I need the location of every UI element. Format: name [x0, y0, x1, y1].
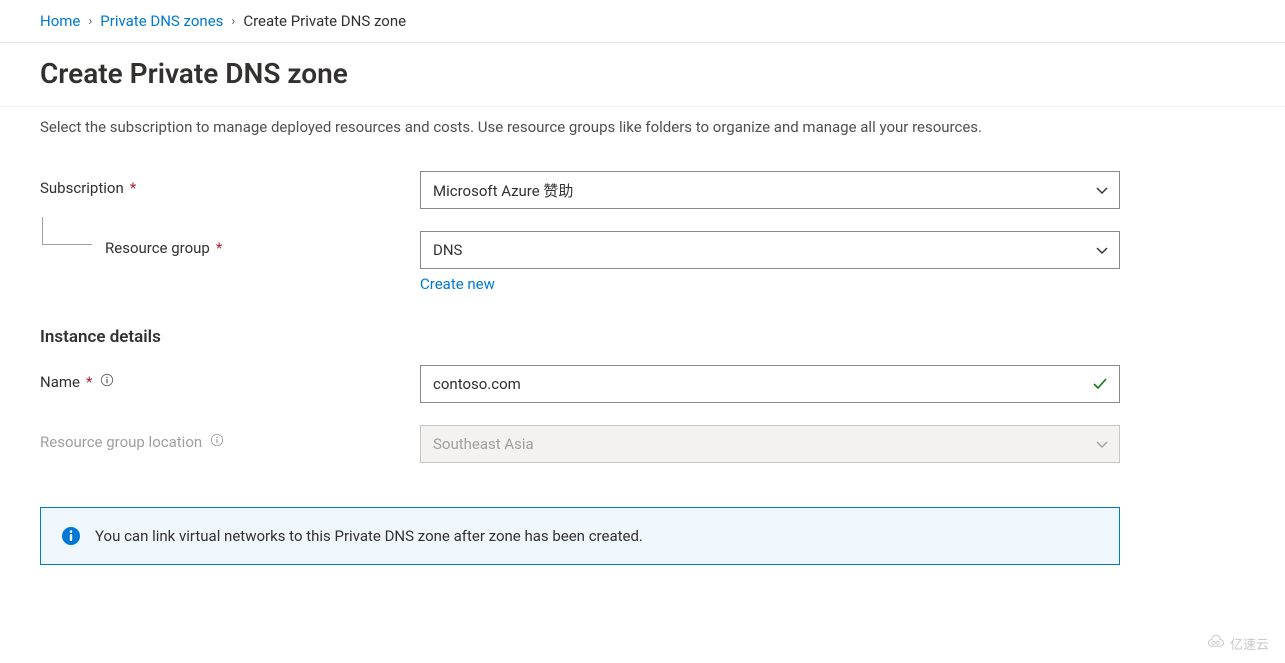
resource-group-select[interactable]: DNS [420, 231, 1120, 269]
chevron-right-icon: › [231, 14, 235, 29]
location-select: Southeast Asia [420, 425, 1120, 463]
location-row: Resource group location Southeast Asia [40, 425, 1120, 463]
info-banner-text: You can link virtual networks to this Pr… [95, 527, 643, 545]
chevron-down-icon [1095, 243, 1109, 257]
info-icon [61, 526, 81, 546]
create-new-link[interactable]: Create new [420, 275, 495, 293]
subscription-select[interactable]: Microsoft Azure 赞助 [420, 171, 1120, 209]
resource-group-value: DNS [433, 241, 462, 259]
resource-group-label: Resource group* [40, 231, 420, 257]
breadcrumb-current: Create Private DNS zone [243, 12, 406, 30]
breadcrumb-home-link[interactable]: Home [40, 12, 80, 30]
chevron-right-icon: › [88, 14, 92, 29]
chevron-down-icon [1095, 183, 1109, 197]
form-description: Select the subscription to manage deploy… [40, 115, 1120, 139]
chevron-down-icon [1095, 437, 1109, 451]
breadcrumb-zones-link[interactable]: Private DNS zones [100, 12, 223, 30]
cloud-icon [1206, 635, 1226, 653]
checkmark-icon [1091, 375, 1109, 393]
subscription-label: Subscription* [40, 171, 420, 197]
info-icon[interactable] [206, 433, 224, 451]
info-icon[interactable] [96, 373, 114, 391]
name-value: contoso.com [433, 375, 521, 393]
name-input[interactable]: contoso.com [420, 365, 1120, 403]
breadcrumb: Home › Private DNS zones › Create Privat… [0, 0, 1285, 43]
watermark: 亿速云 [1206, 634, 1269, 653]
location-value: Southeast Asia [433, 435, 534, 453]
info-banner: You can link virtual networks to this Pr… [40, 507, 1120, 565]
required-indicator: * [130, 179, 136, 197]
name-row: Name* contoso.com [40, 365, 1120, 403]
tree-connector-icon [42, 217, 92, 245]
watermark-text: 亿速云 [1230, 634, 1269, 653]
page-title: Create Private DNS zone [0, 43, 1285, 107]
resource-group-row: Resource group* DNS Create new [40, 231, 1120, 293]
required-indicator: * [216, 239, 222, 257]
subscription-row: Subscription* Microsoft Azure 赞助 [40, 171, 1120, 209]
name-label: Name* [40, 365, 420, 391]
subscription-value: Microsoft Azure 赞助 [433, 180, 573, 201]
location-label: Resource group location [40, 425, 420, 451]
form-content: Select the subscription to manage deploy… [0, 107, 1160, 565]
instance-details-heading: Instance details [40, 327, 1120, 347]
required-indicator: * [86, 373, 92, 391]
